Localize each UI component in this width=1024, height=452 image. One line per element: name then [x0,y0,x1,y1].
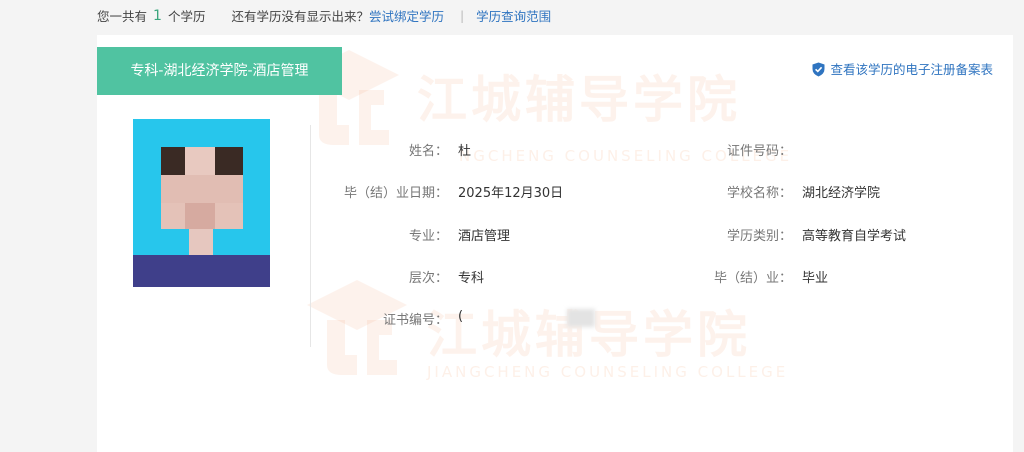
cert-number-value: ( [458,309,464,324]
register-form-link[interactable]: 查看该学历的电子注册备案表 [812,59,993,78]
education-record-card: 江城辅导学院 NGCHENG COUNSELING COLLEGE 江城辅导学院… [97,35,1013,452]
school-value: 湖北经济学院 [802,186,881,201]
id-number-label: 证件号码： [726,144,792,159]
watermark-en-bottom: JIANGCHENG COUNSELING COLLEGE [427,363,789,381]
watermark-logo-icon [307,280,407,375]
name-value: 杜 [458,144,472,159]
summary-prefix: 您一共有 [97,9,148,24]
record-type-label: 学历类别： [726,229,792,244]
watermark-cn-top: 江城辅导学院 [417,71,741,129]
record-type-value: 高等教育自学考试 [802,229,907,244]
student-photo [133,119,270,287]
grad-status-value: 毕业 [802,271,829,286]
summary-suffix: 个学历 [167,9,206,24]
watermark-cn-bottom: 江城辅导学院 [427,306,751,364]
missing-question: 还有学历没有显示出来？ [231,9,369,24]
level-label: 层次： [408,271,448,286]
major-value: 酒店管理 [458,229,511,244]
record-count: 1 [153,7,162,24]
record-title: 专科-湖北经济学院-酒店管理 [97,47,342,95]
divider: | [459,8,465,23]
cert-number-label: 证书编号： [382,313,448,328]
divider-line [310,125,311,347]
grad-status-label: 毕（结）业： [713,271,792,286]
record-summary-bar: 您一共有 1 个学历 还有学历没有显示出来？尝试绑定学历 | 学历查询范围 [97,6,551,26]
query-scope-link[interactable]: 学历查询范围 [476,9,551,24]
grad-date-label: 毕（结）业日期： [343,186,448,201]
redacted-block [567,309,595,327]
register-form-label: 查看该学历的电子注册备案表 [830,62,993,77]
school-label: 学校名称： [726,186,792,201]
bind-record-link[interactable]: 尝试绑定学历 [369,9,444,24]
name-label: 姓名： [408,144,448,159]
major-label: 专业： [408,229,448,244]
shield-check-icon [812,62,825,77]
grad-date-value: 2025年12月30日 [458,186,564,201]
level-value: 专科 [458,271,485,286]
